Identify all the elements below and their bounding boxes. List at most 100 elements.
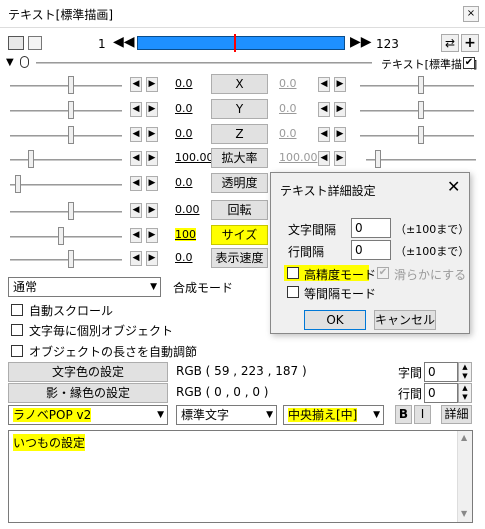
param-button-5[interactable]: 回転 bbox=[211, 200, 268, 220]
step-left-button[interactable]: ◀ bbox=[130, 102, 142, 117]
param-value-7[interactable]: 0.0 bbox=[175, 251, 193, 264]
text-style-select[interactable]: 標準文字 ▼ bbox=[176, 405, 277, 425]
slider-thumb-right[interactable] bbox=[418, 101, 424, 119]
line-spacing-range: （±100まで） bbox=[395, 245, 470, 258]
param-button-6[interactable]: サイズ bbox=[211, 225, 268, 245]
dialog-close-icon[interactable]: ✕ bbox=[447, 177, 460, 196]
step-left-button[interactable]: ◀ bbox=[130, 228, 142, 243]
auto-length-checkbox[interactable] bbox=[11, 345, 23, 357]
param-value2-0[interactable]: 0.0 bbox=[279, 77, 297, 90]
param-value2-1[interactable]: 0.0 bbox=[279, 102, 297, 115]
slider-thumb-left[interactable] bbox=[15, 175, 21, 193]
high-precision-checkbox[interactable] bbox=[287, 267, 299, 279]
timeline-bar[interactable] bbox=[137, 34, 345, 52]
step-right-button[interactable]: ▶ bbox=[146, 251, 158, 266]
step-right-button[interactable]: ▶ bbox=[146, 127, 158, 142]
slider-thumb-left[interactable] bbox=[28, 150, 34, 168]
blend-mode-select[interactable]: 通常 ▼ bbox=[8, 277, 161, 297]
step-right-button[interactable]: ▶ bbox=[146, 151, 158, 166]
step-right-button[interactable]: ▶ bbox=[334, 102, 346, 117]
smooth-checkbox[interactable]: ✔ bbox=[377, 267, 389, 279]
per-char-object-checkbox[interactable] bbox=[11, 324, 23, 336]
align-select[interactable]: 中央揃え[中] ▼ bbox=[283, 405, 384, 425]
line-spacing-spinner[interactable]: ▲ ▼ bbox=[458, 383, 472, 403]
slider-thumb-right[interactable] bbox=[418, 126, 424, 144]
slider-track-right bbox=[360, 85, 474, 87]
auto-scroll-checkbox[interactable] bbox=[11, 304, 23, 316]
line-spacing-input[interactable]: 0 bbox=[351, 240, 391, 260]
step-right-button[interactable]: ▶ bbox=[146, 102, 158, 117]
step-left-button[interactable]: ◀ bbox=[130, 127, 142, 142]
param-value-3[interactable]: 100.00 bbox=[175, 151, 214, 164]
step-left-button[interactable]: ◀ bbox=[130, 77, 142, 92]
step-right-button[interactable]: ▶ bbox=[146, 203, 158, 218]
scroll-up-icon[interactable]: ▲ bbox=[461, 433, 467, 442]
step-right-button[interactable]: ▶ bbox=[334, 151, 346, 166]
cancel-button[interactable]: キャンセル bbox=[374, 310, 436, 330]
step-left-button[interactable]: ◀ bbox=[130, 176, 142, 191]
char-spacing-input[interactable]: 0 bbox=[424, 362, 458, 382]
timeline-start: 1 bbox=[98, 37, 106, 51]
filmstrip-icon[interactable] bbox=[8, 36, 24, 50]
param-value-0[interactable]: 0.0 bbox=[175, 77, 193, 90]
param-value-4[interactable]: 0.0 bbox=[175, 176, 193, 189]
bold-button[interactable]: B bbox=[395, 405, 412, 424]
slider-thumb-right[interactable] bbox=[418, 76, 424, 94]
detail-button[interactable]: 詳細 bbox=[441, 405, 472, 424]
step-left-button[interactable]: ◀ bbox=[318, 77, 330, 92]
param-value-6[interactable]: 100 bbox=[175, 228, 196, 241]
close-button[interactable]: × bbox=[463, 6, 479, 22]
param-value2-2[interactable]: 0.0 bbox=[279, 127, 297, 140]
param-value-5[interactable]: 0.00 bbox=[175, 203, 200, 216]
timeline-marker[interactable] bbox=[234, 34, 236, 52]
text-input-area[interactable]: いつもの設定 ▲ ▼ bbox=[8, 430, 473, 523]
param-button-3[interactable]: 拡大率 bbox=[211, 148, 268, 168]
param-button-1[interactable]: Y bbox=[211, 99, 268, 119]
image-icon[interactable] bbox=[28, 36, 42, 50]
slider-thumb-left[interactable] bbox=[68, 250, 74, 268]
step-right-button[interactable]: ▶ bbox=[146, 176, 158, 191]
param-button-7[interactable]: 表示速度 bbox=[211, 248, 268, 268]
step-right-button[interactable]: ▶ bbox=[146, 228, 158, 243]
slider-thumb-right[interactable] bbox=[375, 150, 381, 168]
slider-thumb-left[interactable] bbox=[58, 227, 64, 245]
slider-thumb-left[interactable] bbox=[68, 101, 74, 119]
slider-thumb-left[interactable] bbox=[68, 76, 74, 94]
step-left-button[interactable]: ◀ bbox=[318, 151, 330, 166]
plus-button[interactable]: + bbox=[461, 34, 479, 52]
step-right-button[interactable]: ▶ bbox=[334, 127, 346, 142]
ok-button[interactable]: OK bbox=[304, 310, 366, 330]
param-value2-3[interactable]: 100.00 bbox=[279, 151, 318, 164]
param-value-1[interactable]: 0.0 bbox=[175, 102, 193, 115]
rewind-icon[interactable]: ◀◀ bbox=[113, 34, 135, 50]
step-right-button[interactable]: ▶ bbox=[146, 77, 158, 92]
object-enable-checkbox[interactable]: ✔ bbox=[463, 57, 475, 69]
text-color-button[interactable]: 文字色の設定 bbox=[8, 362, 168, 382]
fast-forward-icon[interactable]: ▶▶ bbox=[350, 34, 372, 50]
param-button-2[interactable]: Z bbox=[211, 124, 268, 144]
char-spacing-input[interactable]: 0 bbox=[351, 218, 391, 238]
shadow-color-button[interactable]: 影・縁色の設定 bbox=[8, 383, 168, 403]
param-button-4[interactable]: 透明度 bbox=[211, 173, 268, 193]
scroll-down-icon[interactable]: ▼ bbox=[461, 509, 467, 518]
char-spacing-range: （±100まで） bbox=[395, 223, 470, 236]
step-left-button[interactable]: ◀ bbox=[130, 151, 142, 166]
param-button-0[interactable]: X bbox=[211, 74, 268, 94]
slider-thumb-left[interactable] bbox=[68, 126, 74, 144]
collapse-icon[interactable]: ▼ bbox=[6, 57, 14, 68]
step-right-button[interactable]: ▶ bbox=[334, 77, 346, 92]
char-spacing-label: 字間 bbox=[398, 366, 423, 380]
italic-button[interactable]: I bbox=[414, 405, 431, 424]
line-spacing-input[interactable]: 0 bbox=[424, 383, 458, 403]
swap-icon[interactable]: ⇄ bbox=[441, 34, 459, 52]
step-left-button[interactable]: ◀ bbox=[318, 127, 330, 142]
scrollbar[interactable]: ▲ ▼ bbox=[457, 431, 472, 522]
step-left-button[interactable]: ◀ bbox=[318, 102, 330, 117]
char-spacing-spinner[interactable]: ▲ ▼ bbox=[458, 362, 472, 382]
equal-spacing-checkbox[interactable] bbox=[287, 286, 299, 298]
step-left-button[interactable]: ◀ bbox=[130, 203, 142, 218]
step-left-button[interactable]: ◀ bbox=[130, 251, 142, 266]
slider-thumb-left[interactable] bbox=[68, 202, 74, 220]
font-select[interactable]: ラノベPOP v2 ▼ bbox=[8, 405, 168, 425]
param-value-2[interactable]: 0.0 bbox=[175, 127, 193, 140]
